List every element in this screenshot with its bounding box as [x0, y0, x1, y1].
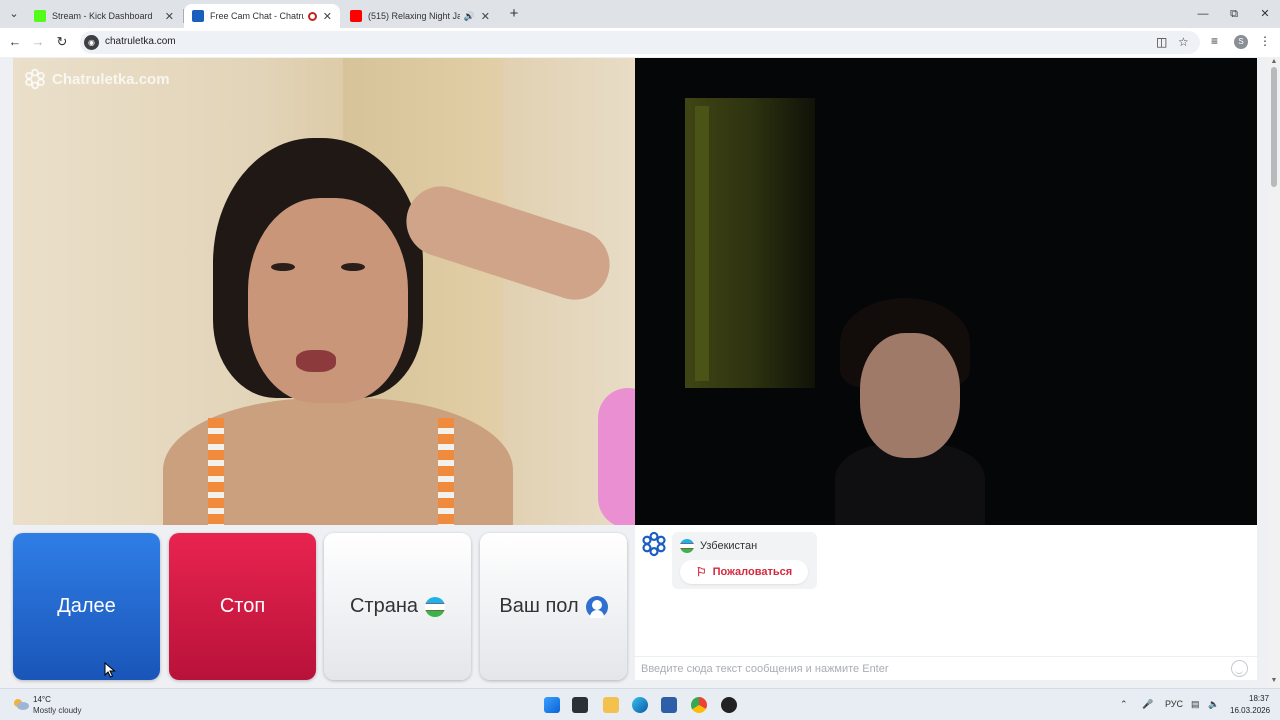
media-controls-icon[interactable]: ≡	[1211, 34, 1218, 48]
tab-title: (515) Relaxing Night Jazz w	[368, 11, 460, 21]
watermark-text: Chatruletka.com	[52, 70, 170, 88]
tab-chatruletka[interactable]: Free Cam Chat - Chatruletk ✕	[184, 4, 340, 28]
browser-toolbar: ← → ↻ ◉ chatruletka.com ◫ ☆ ≡ ⋮	[0, 28, 1280, 57]
clock-time[interactable]: 18:37	[1249, 694, 1269, 703]
video-figure	[438, 418, 454, 525]
back-button[interactable]: ←	[6, 33, 24, 51]
chat-message-input[interactable]	[641, 660, 1221, 678]
chatruletka-logo-icon	[642, 531, 666, 557]
bookmark-star-icon[interactable]: ☆	[1178, 35, 1189, 49]
video-figure	[271, 263, 295, 271]
country-button-label: Страна	[349, 595, 419, 617]
minimize-button[interactable]: —	[1188, 4, 1218, 24]
tab-bar: ⌄ Stream - Kick Dashboard ✕ Free Cam Cha…	[0, 0, 1280, 28]
report-button[interactable]: ⚐ Пожаловаться	[680, 560, 808, 584]
recording-icon	[307, 11, 317, 21]
close-icon[interactable]: ✕	[481, 10, 490, 23]
youtube-logo-icon	[350, 10, 362, 22]
country-button[interactable]: Страна	[324, 533, 471, 680]
emoji-icon[interactable]	[1231, 660, 1248, 677]
chat-input-bar	[635, 656, 1257, 680]
video-figure	[248, 198, 408, 403]
speaker-icon[interactable]: 🔊	[464, 11, 475, 22]
scrollbar-thumb[interactable]	[1271, 67, 1277, 187]
uzbekistan-flag-icon	[680, 539, 694, 553]
close-icon[interactable]: ✕	[323, 10, 332, 23]
address-bar[interactable]: ◉ chatruletka.com ◫ ☆	[80, 31, 1200, 54]
tab-title: Stream - Kick Dashboard	[52, 11, 153, 21]
chrome-icon[interactable]	[691, 697, 707, 713]
close-icon[interactable]: ✕	[165, 10, 174, 23]
edge-browser-icon[interactable]	[632, 697, 648, 713]
watermark: Chatruletka.com	[24, 68, 170, 90]
video-figure	[860, 333, 960, 458]
next-button[interactable]: Далее	[13, 533, 160, 680]
tab-title: Free Cam Chat - Chatruletk	[210, 11, 304, 21]
page-content: Chatruletka.com Далее Стоп Страна Ваш по…	[0, 57, 1280, 688]
stop-button-label: Стоп	[219, 595, 266, 617]
install-app-icon[interactable]: ◫	[1156, 35, 1167, 49]
input-language[interactable]: РУС	[1165, 699, 1183, 709]
tab-kick-dashboard[interactable]: Stream - Kick Dashboard ✕	[26, 4, 182, 28]
windows-start-icon[interactable]	[544, 697, 560, 713]
self-video	[635, 58, 1257, 525]
video-figure	[341, 263, 365, 271]
tab-youtube-jazz[interactable]: (515) Relaxing Night Jazz w 🔊 ✕	[342, 4, 498, 28]
task-view-icon[interactable]	[572, 697, 588, 713]
page-scrollbar[interactable]: ▲ ▼	[1268, 57, 1280, 688]
report-button-label: Пожаловаться	[712, 566, 793, 578]
weather-temperature[interactable]: 14°C	[33, 695, 51, 704]
tab-search-icon[interactable]: ⌄	[4, 4, 24, 24]
report-flag-icon: ⚐	[695, 565, 707, 579]
url-text: chatruletka.com	[105, 36, 176, 47]
cloudy-weather-icon	[14, 699, 29, 710]
close-window-button[interactable]: ✕	[1250, 4, 1280, 24]
video-figure	[296, 350, 336, 372]
scroll-up-icon[interactable]: ▲	[1268, 58, 1280, 65]
gender-button[interactable]: Ваш пол	[480, 533, 627, 680]
restore-button[interactable]: ⧉	[1219, 4, 1249, 24]
chatruletka-logo-icon	[192, 10, 204, 22]
reload-button[interactable]: ↻	[53, 33, 71, 51]
stop-button[interactable]: Стоп	[169, 533, 316, 680]
network-icon[interactable]: ▤	[1191, 699, 1200, 710]
mouse-cursor-icon	[104, 662, 116, 678]
kick-logo-icon	[34, 10, 46, 22]
partner-country: Узбекистан	[680, 539, 757, 553]
weather-description[interactable]: Mostly cloudy	[33, 706, 81, 715]
tray-chevron-icon[interactable]: ⌃	[1120, 699, 1128, 710]
obs-icon[interactable]	[721, 697, 737, 713]
partner-video: Chatruletka.com	[13, 58, 635, 525]
scroll-down-icon[interactable]: ▼	[1268, 677, 1280, 684]
chatruletka-logo-icon	[25, 68, 45, 90]
system-message: Узбекистан ⚐ Пожаловаться	[672, 532, 817, 589]
new-tab-button[interactable]: +	[505, 5, 523, 23]
video-background	[695, 106, 709, 381]
next-button-label: Далее	[57, 595, 116, 617]
taskbar: 14°C Mostly cloudy ⌃ 🎤 РУС ▤ 🔈 18:37 16.…	[0, 688, 1280, 720]
file-explorer-icon[interactable]	[603, 697, 619, 713]
chat-panel: Узбекистан ⚐ Пожаловаться	[635, 525, 1257, 680]
gender-button-label: Ваш пол	[499, 595, 579, 617]
microphone-icon[interactable]: 🎤	[1142, 699, 1153, 710]
uzbekistan-flag-icon	[425, 596, 446, 617]
store-icon[interactable]	[661, 697, 677, 713]
profile-avatar[interactable]: S	[1234, 35, 1248, 49]
partner-country-label: Узбекистан	[700, 540, 758, 552]
video-figure	[208, 418, 224, 525]
video-background	[598, 388, 635, 525]
clock-date[interactable]: 16.03.2026	[1230, 706, 1270, 715]
menu-kebab-icon[interactable]: ⋮	[1259, 34, 1271, 48]
gender-icon	[585, 595, 608, 618]
forward-button[interactable]: →	[29, 33, 47, 51]
site-info-icon[interactable]: ◉	[84, 35, 99, 50]
volume-icon[interactable]: 🔈	[1208, 699, 1219, 710]
